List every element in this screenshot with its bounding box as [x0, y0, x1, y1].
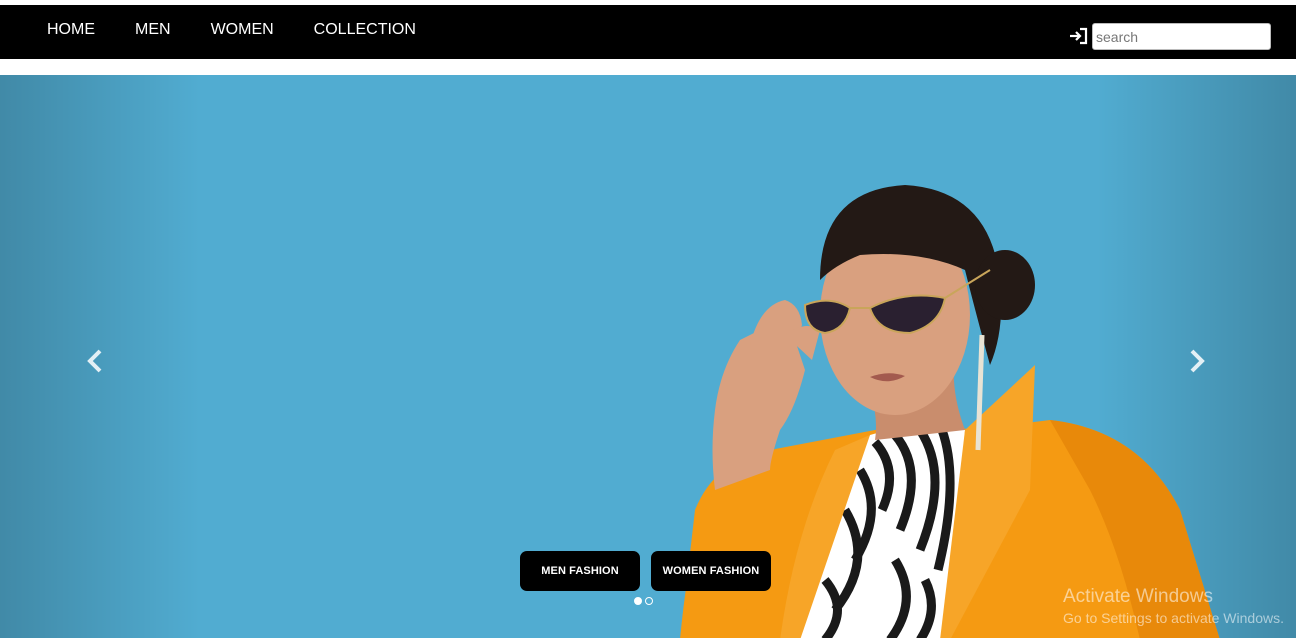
top-navbar: HOME MEN WOMEN COLLECTION — [0, 5, 1296, 59]
hero-carousel: MEN FASHION WOMEN FASHION — [0, 75, 1296, 638]
carousel-prev-icon[interactable] — [80, 343, 110, 379]
nav-links: HOME MEN WOMEN COLLECTION — [47, 21, 456, 39]
search-input[interactable] — [1092, 23, 1271, 50]
nav-link-home[interactable]: HOME — [47, 21, 95, 39]
men-fashion-button[interactable]: MEN FASHION — [520, 551, 640, 591]
carousel-indicator-1[interactable] — [634, 597, 642, 605]
carousel-indicators — [634, 597, 656, 605]
nav-link-men[interactable]: MEN — [135, 21, 171, 39]
nav-link-women[interactable]: WOMEN — [211, 21, 274, 39]
sign-in-icon[interactable] — [1069, 27, 1089, 45]
women-fashion-button[interactable]: WOMEN FASHION — [651, 551, 771, 591]
carousel-indicator-2[interactable] — [645, 597, 653, 605]
carousel-next-icon[interactable] — [1182, 343, 1212, 379]
nav-link-collection[interactable]: COLLECTION — [314, 21, 416, 39]
